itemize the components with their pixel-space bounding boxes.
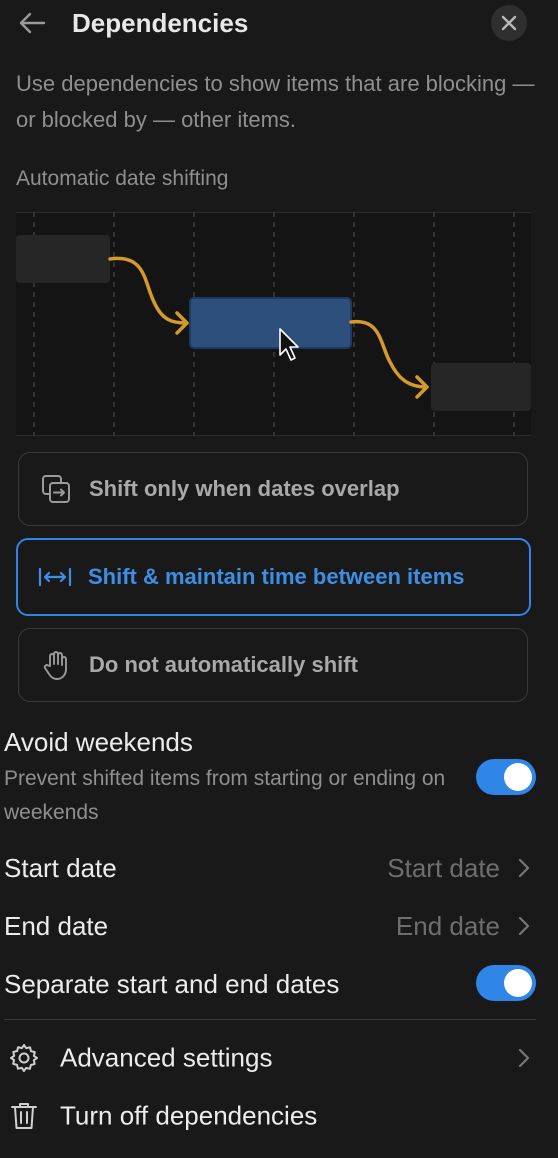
panel-description: Use dependencies to show items that are … (16, 71, 535, 132)
shift-maintain-icon (38, 560, 72, 594)
advanced-settings-button[interactable]: Advanced settings (0, 1033, 558, 1083)
option-label: Shift & maintain time between items (88, 564, 465, 589)
close-icon (501, 15, 517, 31)
page-title: Dependencies (72, 8, 249, 38)
divider (4, 1019, 536, 1020)
separate-dates-toggle[interactable] (476, 965, 536, 1001)
chevron-right-icon[interactable] (514, 855, 534, 881)
start-date-value[interactable]: Start date (387, 851, 500, 885)
turn-off-dependencies-label: Turn off dependencies (60, 1100, 318, 1131)
chevron-right-icon (514, 1045, 534, 1071)
start-date-label: Start date (4, 853, 117, 883)
timeline-bar-next (431, 363, 531, 411)
option-label: Do not automatically shift (89, 652, 358, 677)
hand-icon (39, 648, 73, 682)
turn-off-dependencies-button[interactable]: Turn off dependencies (0, 1091, 558, 1141)
avoid-weekends-toggle[interactable] (476, 759, 536, 795)
toggle-knob (504, 763, 532, 791)
gear-icon (6, 1040, 42, 1076)
option-no-shift[interactable]: Do not automatically shift (18, 628, 528, 702)
end-date-value[interactable]: End date (396, 909, 500, 943)
section-label-date-shifting: Automatic date shifting (16, 167, 229, 190)
end-date-label: End date (4, 911, 109, 941)
option-shift-overlap[interactable]: Shift only when dates overlap (18, 452, 528, 526)
timeline-bar-current (189, 297, 352, 349)
timeline-bar-previous (16, 235, 110, 283)
overlap-icon (39, 472, 73, 506)
advanced-settings-label: Advanced settings (60, 1042, 273, 1073)
back-button[interactable] (14, 7, 50, 39)
avoid-weekends-title: Avoid weekends (4, 727, 193, 757)
date-shifting-illustration (16, 212, 531, 436)
panel-header: Dependencies (0, 0, 558, 46)
chevron-right-icon[interactable] (514, 913, 534, 939)
avoid-weekends-subtitle: Prevent shifted items from starting or e… (4, 767, 446, 824)
toggle-knob (504, 969, 532, 997)
option-label: Shift only when dates overlap (89, 476, 400, 501)
option-shift-maintain[interactable]: Shift & maintain time between items (16, 538, 531, 616)
close-button[interactable] (491, 5, 527, 41)
arrow-left-icon (19, 12, 46, 34)
separate-dates-label: Separate start and end dates (4, 969, 340, 999)
trash-icon (6, 1098, 42, 1134)
